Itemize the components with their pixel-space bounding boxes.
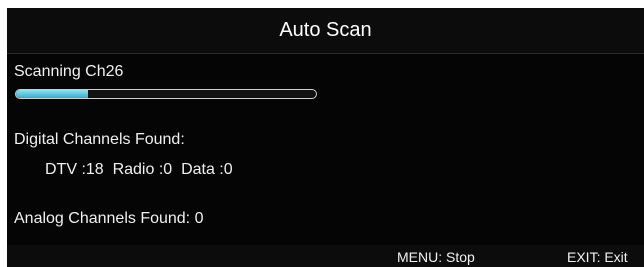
scan-progress-fill	[16, 90, 88, 98]
dialog-title: Auto Scan	[7, 8, 644, 53]
analog-channels-found: Analog Channels Found: 0	[14, 210, 204, 227]
title-divider	[7, 53, 644, 54]
digital-channels-heading: Digital Channels Found:	[14, 131, 185, 148]
exit-hint[interactable]: EXIT: Exit	[567, 249, 628, 265]
digital-channel-counts: DTV :18 Radio :0 Data :0	[45, 161, 233, 178]
scan-progress-bar	[15, 89, 317, 99]
auto-scan-screen: Auto Scan Scanning Ch26 Digital Channels…	[7, 8, 644, 267]
menu-stop-hint[interactable]: MENU: Stop	[397, 249, 475, 265]
scan-status-text: Scanning Ch26	[14, 63, 124, 80]
footer-hint-bar: MENU: Stop EXIT: Exit	[7, 245, 644, 267]
